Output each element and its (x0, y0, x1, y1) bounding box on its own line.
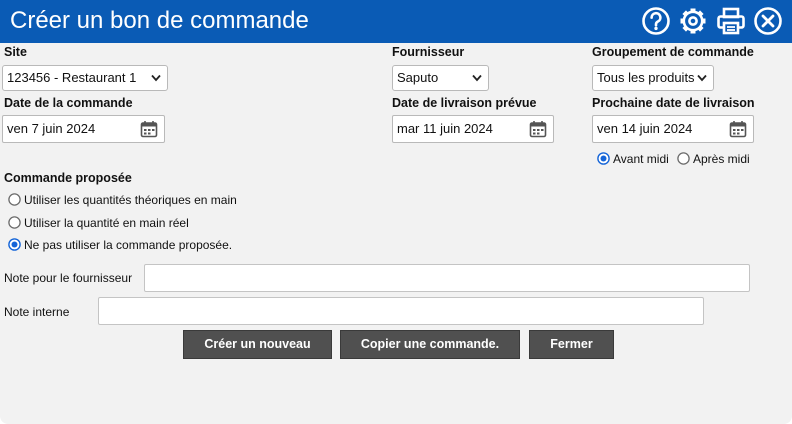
print-icon[interactable] (716, 6, 746, 36)
supplier-label: Fournisseur (392, 45, 465, 59)
radio-real-quantity-label: Utiliser la quantité en main réel (24, 216, 189, 230)
radio-no-proposed-order[interactable] (8, 238, 21, 251)
close-button[interactable]: Fermer (529, 330, 614, 359)
grouping-select[interactable]: Tous les produits (592, 65, 714, 91)
supplier-note-label: Note pour le fournisseur (4, 271, 133, 285)
radio-apres-midi-label: Après midi (693, 152, 750, 166)
delivery-date-input[interactable]: mar 11 juin 2024 (392, 115, 554, 143)
next-delivery-label: Prochaine date de livraison (592, 96, 755, 110)
internal-note-input[interactable] (98, 297, 704, 325)
radio-no-proposed-order-label: Ne pas utiliser la commande proposée. (24, 238, 233, 252)
internal-note-label: Note interne (4, 305, 70, 319)
supplier-select[interactable]: Saputo (392, 65, 489, 91)
radio-avant-midi[interactable] (597, 152, 610, 165)
dialog-title: Créer un bon de commande (10, 7, 309, 34)
chevron-down-icon (151, 74, 161, 82)
radio-theoretical-quantities-label: Utiliser les quantités théoriques en mai… (24, 193, 237, 207)
grouping-label: Groupement de commande (592, 45, 754, 59)
supplier-select-value: Saputo (397, 70, 439, 85)
chevron-down-icon (472, 74, 482, 82)
calendar-icon[interactable] (140, 120, 158, 138)
settings-gear-icon[interactable] (678, 6, 708, 36)
next-delivery-value: ven 14 juin 2024 (597, 121, 693, 136)
order-date-value: ven 7 juin 2024 (7, 121, 96, 136)
grouping-select-value: Tous les produits (597, 70, 695, 85)
create-new-button[interactable]: Créer un nouveau (183, 330, 332, 359)
site-select-value: 123456 - Restaurant 1 (7, 70, 137, 85)
radio-avant-midi-label: Avant midi (613, 152, 669, 166)
delivery-date-value: mar 11 juin 2024 (397, 121, 493, 136)
radio-real-quantity[interactable] (8, 216, 21, 229)
proposed-order-label: Commande proposée (4, 171, 132, 185)
site-select[interactable]: 123456 - Restaurant 1 (2, 65, 168, 91)
copy-order-button[interactable]: Copier une commande. (340, 330, 520, 359)
order-dialog: Créer un bon de commande Site Fournisseu… (0, 0, 792, 424)
help-icon[interactable] (641, 6, 671, 36)
order-date-label: Date de la commande (4, 96, 133, 110)
radio-apres-midi[interactable] (677, 152, 690, 165)
title-bar: Créer un bon de commande (0, 0, 792, 43)
calendar-icon[interactable] (529, 120, 547, 138)
chevron-down-icon (697, 74, 707, 82)
close-icon[interactable] (753, 6, 783, 36)
delivery-date-label: Date de livraison prévue (392, 96, 537, 110)
radio-theoretical-quantities[interactable] (8, 193, 21, 206)
calendar-icon[interactable] (729, 120, 747, 138)
site-label: Site (4, 45, 27, 59)
supplier-note-input[interactable] (144, 264, 750, 292)
next-delivery-input[interactable]: ven 14 juin 2024 (592, 115, 754, 143)
order-date-input[interactable]: ven 7 juin 2024 (2, 115, 165, 143)
